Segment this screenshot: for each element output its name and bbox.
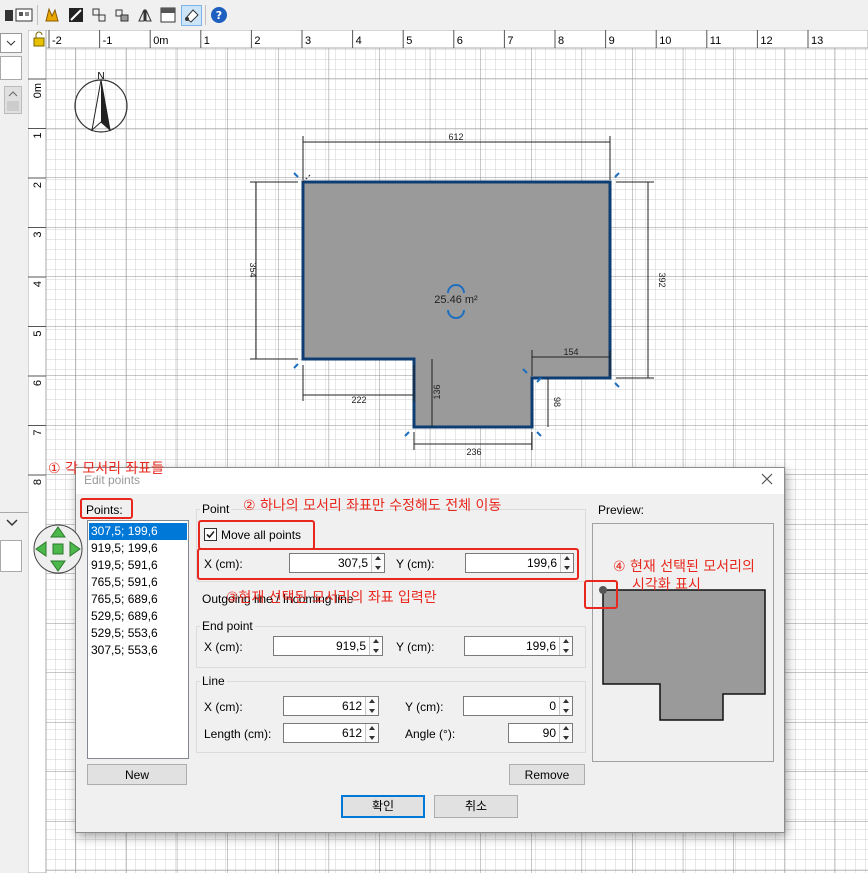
point-list-item[interactable]: 765,5; 591,6 [89, 574, 187, 591]
text-icon[interactable] [158, 5, 178, 25]
polyline-icon[interactable] [89, 5, 109, 25]
ruler-y-label: 7 [32, 430, 44, 436]
points-highlight-box [80, 498, 133, 519]
point-list-item[interactable]: 529,5; 689,6 [89, 608, 187, 625]
end-y-label: Y (cm): [396, 640, 435, 654]
catalog-panel [0, 30, 29, 873]
ruler-x-label: 9 [609, 35, 615, 47]
ruler-x-label: 12 [760, 35, 772, 47]
ruler-y-label: 8 [32, 479, 44, 485]
point-coords-highlight-box [197, 548, 579, 580]
compass-label: N [97, 71, 104, 82]
point-list-item[interactable]: 919,5; 199,6 [89, 540, 187, 557]
ruler-x-label: 2 [254, 35, 260, 47]
annotation-1: ① 각 모서리 좌표들 [48, 461, 165, 477]
ruler-x-label: 7 [507, 35, 513, 47]
line-group-label: Line [200, 674, 227, 688]
main-toolbar: ? [0, 0, 868, 31]
ruler-y-label: 5 [32, 331, 44, 337]
dim-notch: 136 [432, 384, 442, 399]
point-list-item[interactable]: 529,5; 553,6 [89, 625, 187, 642]
ruler-y-label: 0m [32, 83, 44, 98]
point-list-item[interactable]: 765,5; 689,6 [89, 591, 187, 608]
annotation-4-line2: 시각화 표시 [632, 577, 701, 593]
help-icon[interactable]: ? [209, 5, 229, 25]
wall-icon[interactable] [135, 5, 155, 25]
ruler-x-label: 4 [356, 35, 362, 47]
cancel-button[interactable]: 취소 [434, 795, 518, 818]
ruler-y-label: 1 [32, 133, 44, 139]
annotation-4-line1: ④ 현재 선택된 모서리의 [613, 559, 755, 575]
ruler-x-label: 10 [659, 35, 671, 47]
point-list-item[interactable]: 307,5; 553,6 [89, 642, 187, 659]
dim-bottom: 236 [466, 447, 481, 457]
room-icon[interactable] [66, 5, 86, 25]
dim-right-step: 154 [563, 347, 578, 357]
preview-corner-highlight-box [584, 580, 618, 609]
points-list[interactable]: 307,5; 199,6 919,5; 199,6 919,5; 591,6 765,… [87, 520, 189, 759]
ruler-x-label: 8 [558, 35, 564, 47]
svg-text:?: ? [216, 9, 222, 22]
catalog-scrollbar[interactable] [4, 86, 22, 114]
end-x-label: X (cm): [204, 640, 243, 654]
ruler-x-label: 1 [204, 35, 210, 47]
length-field[interactable]: 612 [283, 723, 379, 743]
angle-field[interactable]: 90 [508, 723, 573, 743]
end-y-field[interactable]: 199,6 [464, 636, 573, 656]
end-x-field[interactable]: 919,5 [273, 636, 383, 656]
line-y-label: Y (cm): [405, 700, 444, 714]
dim-right: 392 [657, 272, 667, 287]
catalog-search-field[interactable] [0, 56, 22, 80]
move-all-highlight-box [198, 520, 315, 550]
ruler-y-label: 3 [32, 232, 44, 238]
dim-top: 612 [448, 132, 463, 142]
line-x-field[interactable]: 612 [283, 696, 379, 716]
collapse-chevron-icon[interactable] [4, 516, 20, 530]
ruler-y-label: 6 [32, 380, 44, 386]
dim-right-lower: 98 [552, 397, 562, 407]
edit-points-icon[interactable] [181, 5, 202, 26]
room-area-label: 25.46 m² [434, 294, 478, 306]
ok-button[interactable]: 확인 [341, 795, 425, 818]
line-x-label: X (cm): [204, 700, 243, 714]
dim-left: 354 [248, 262, 258, 277]
ruler-x-label: -1 [103, 35, 113, 47]
edit-points-dialog: Edit points Points: 307,5; 199,6 919,5; 1… [75, 467, 785, 833]
ruler-y-label: 4 [32, 281, 44, 287]
dim-bottom-left: 222 [351, 395, 366, 405]
ruler-x-label: 13 [811, 35, 823, 47]
ruler-x-label: 6 [457, 35, 463, 47]
length-label: Length (cm): [204, 727, 272, 741]
end-group-label: End point [200, 619, 255, 633]
point-list-item[interactable]: 307,5; 199,6 [89, 523, 187, 540]
dimension-icon[interactable] [112, 5, 132, 25]
select-icon[interactable] [14, 5, 34, 25]
annotation-3: ③현재 선택된 모서리의 좌표 입력란 [226, 590, 437, 606]
plan-icon[interactable] [42, 5, 62, 25]
navigation-arrows[interactable] [33, 521, 83, 577]
ruler-x-label: 0m [153, 35, 168, 47]
ruler-y-label: 2 [32, 182, 44, 188]
dialog-titlebar: Edit points [76, 468, 784, 494]
annotation-2: ② 하나의 모서리 좌표만 수정해도 전체 이동 [243, 498, 502, 514]
ruler-x-label: -2 [52, 35, 62, 47]
angle-label: Angle (°): [405, 727, 456, 741]
preview-shape [602, 589, 766, 721]
furniture-list-stub[interactable] [0, 540, 22, 572]
catalog-dropdown[interactable] [0, 33, 22, 53]
line-y-field[interactable]: 0 [463, 696, 573, 716]
close-icon[interactable] [760, 472, 774, 489]
point-group-label: Point [200, 502, 232, 516]
new-button[interactable]: New [87, 764, 187, 785]
ruler-x-label: 5 [406, 35, 412, 47]
remove-button[interactable]: Remove [509, 764, 585, 785]
preview-label: Preview: [598, 503, 645, 517]
point-list-item[interactable]: 919,5; 591,6 [89, 557, 187, 574]
ruler-x-label: 3 [305, 35, 311, 47]
ruler-x-label: 11 [710, 35, 721, 47]
